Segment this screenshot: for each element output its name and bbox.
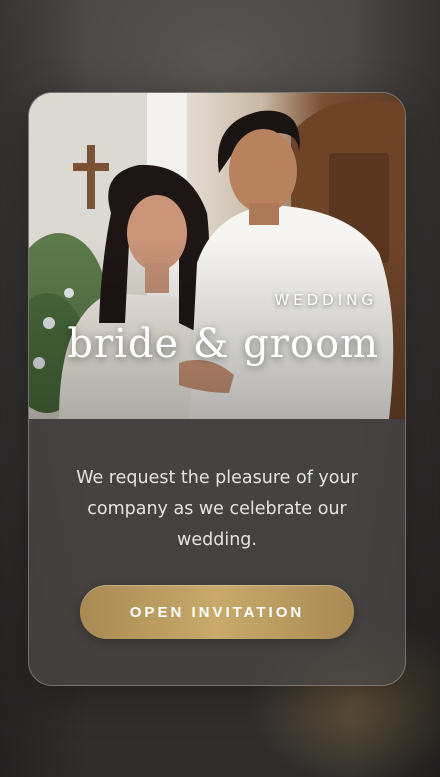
invitation-card: WEDDING bride & groom We request the ple… [28,92,406,686]
open-invitation-button[interactable]: OPEN INVITATION [80,585,354,639]
wedding-eyebrow: WEDDING [274,291,377,309]
couple-names: bride & groom [67,321,379,367]
couple-photo: WEDDING bride & groom [29,93,405,419]
photo-overlay [29,93,405,419]
invitation-message: We request the pleasure of your company … [76,468,358,550]
